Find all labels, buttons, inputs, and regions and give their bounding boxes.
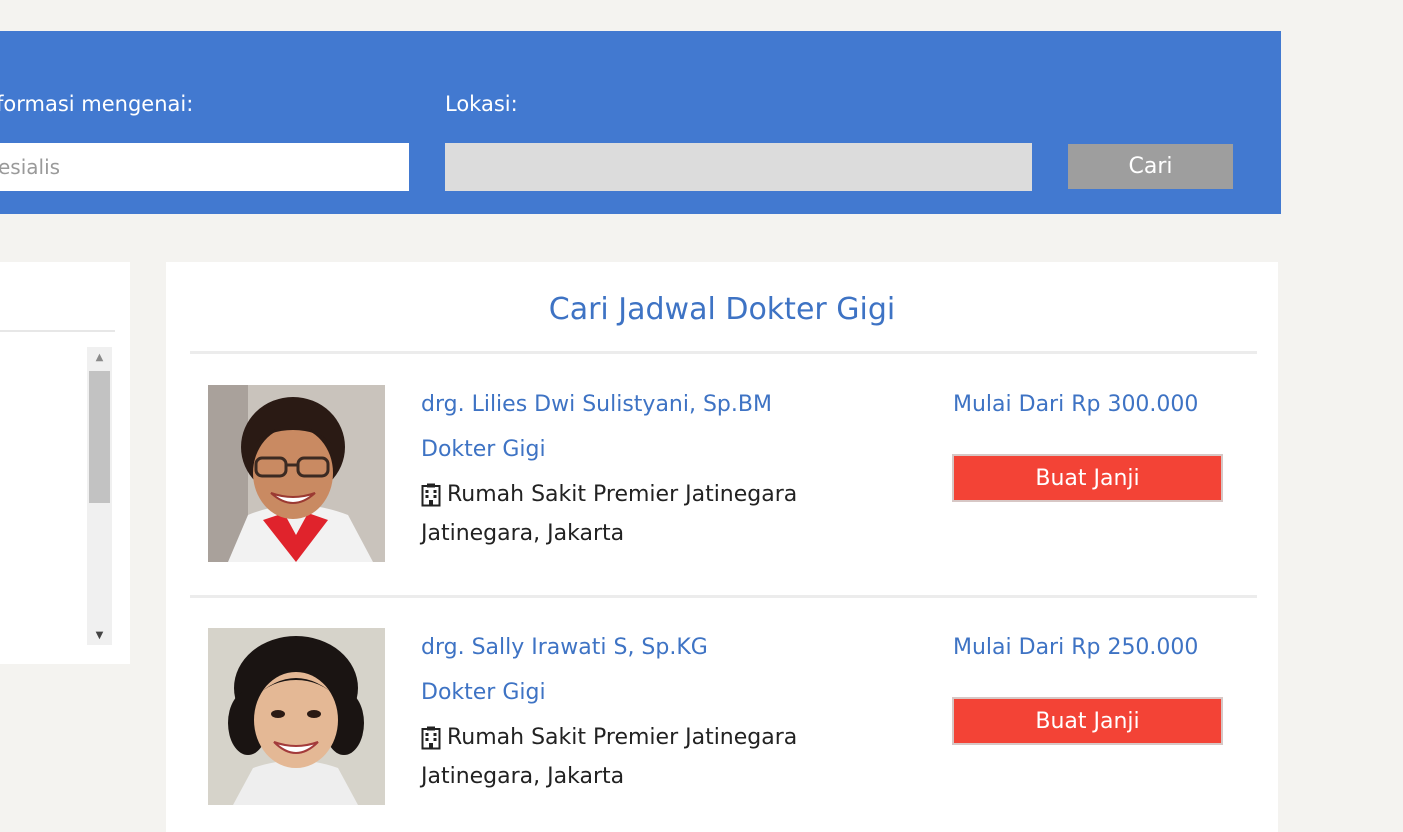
doctor-hospital: Rumah Sakit Premier Jatinegara xyxy=(421,725,797,750)
filter-divider xyxy=(0,330,115,332)
filter-scrollbar[interactable]: ▲ ▼ xyxy=(87,347,112,645)
results-title: Cari Jadwal Dokter Gigi xyxy=(548,292,896,327)
doctor-specialty: Dokter Gigi xyxy=(421,680,546,705)
doctor-specialty: Dokter Gigi xyxy=(421,437,546,462)
doctor-name-link[interactable]: drg. Sally Irawati S, Sp.KG xyxy=(421,635,708,660)
topic-search-placeholder: esialis xyxy=(0,155,61,179)
page: formasi mengenai: Lokasi: esialis Cari ▲… xyxy=(0,0,1403,832)
filter-panel: ▲ ▼ xyxy=(0,262,130,664)
doctor-price: Mulai Dari Rp 300.000 xyxy=(953,392,1199,417)
results-panel: Cari Jadwal Dokter Gigi drg. Lilies Dwi … xyxy=(166,262,1278,832)
doctor-card: drg. Sally Irawati S, Sp.KG Dokter Gigi … xyxy=(166,597,1278,817)
search-banner: formasi mengenai: Lokasi: esialis Cari xyxy=(0,31,1281,214)
hospital-name: Rumah Sakit Premier Jatinegara xyxy=(447,482,798,507)
topic-search-input[interactable]: esialis xyxy=(0,143,409,191)
hospital-icon xyxy=(421,726,441,750)
doctor-city: Jatinegara, Jakarta xyxy=(421,764,625,789)
book-appointment-button[interactable]: Buat Janji xyxy=(952,454,1223,502)
doctor-hospital: Rumah Sakit Premier Jatinegara xyxy=(421,482,797,507)
scroll-up-arrow-icon[interactable]: ▲ xyxy=(87,347,112,367)
hospital-name: Rumah Sakit Premier Jatinegara xyxy=(447,725,798,750)
doctor-name-link[interactable]: drg. Lilies Dwi Sulistyani, Sp.BM xyxy=(421,392,772,417)
scroll-down-arrow-icon[interactable]: ▼ xyxy=(87,625,112,645)
book-appointment-button[interactable]: Buat Janji xyxy=(952,697,1223,745)
doctor-photo[interactable] xyxy=(208,628,385,805)
doctor-price: Mulai Dari Rp 250.000 xyxy=(953,635,1199,660)
doctor-photo[interactable] xyxy=(208,385,385,562)
doctor-card: drg. Lilies Dwi Sulistyani, Sp.BM Dokter… xyxy=(166,354,1278,598)
search-button[interactable]: Cari xyxy=(1068,144,1233,189)
scroll-thumb[interactable] xyxy=(89,371,110,503)
location-input[interactable] xyxy=(445,143,1032,191)
hospital-icon xyxy=(421,483,441,507)
doctor-city: Jatinegara, Jakarta xyxy=(421,521,625,546)
topic-label: formasi mengenai: xyxy=(0,92,194,116)
location-label: Lokasi: xyxy=(445,92,518,116)
